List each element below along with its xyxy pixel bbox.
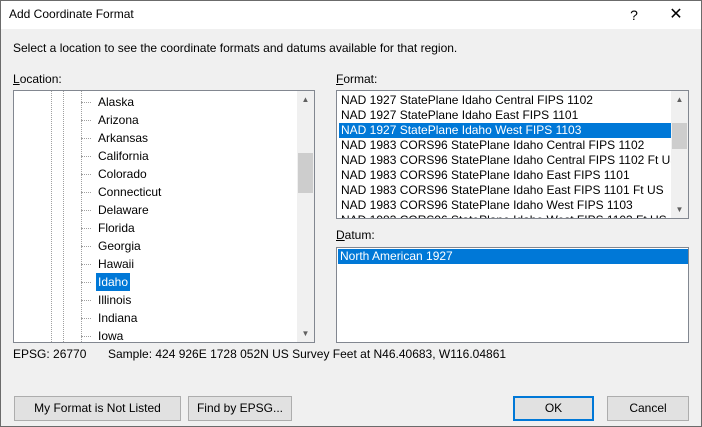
location-scrollbar[interactable]: ▲ ▼ bbox=[297, 91, 314, 342]
location-item[interactable]: Colorado bbox=[96, 165, 149, 183]
format-scrollbar[interactable]: ▲ ▼ bbox=[671, 91, 688, 218]
tree-connector bbox=[81, 318, 91, 319]
cancel-button[interactable]: Cancel bbox=[607, 396, 689, 421]
format-list[interactable]: NAD 1927 StatePlane Idaho Central FIPS 1… bbox=[336, 90, 689, 219]
sample-coordinate: Sample: 424 926E 1728 052N US Survey Fee… bbox=[108, 347, 507, 361]
add-coordinate-format-dialog: Add Coordinate Format ? ✕ Select a locat… bbox=[0, 0, 702, 427]
tree-guide-line bbox=[81, 91, 82, 342]
window-title: Add Coordinate Format bbox=[9, 7, 134, 21]
format-item[interactable]: NAD 1927 StatePlane Idaho West FIPS 1103 bbox=[339, 123, 671, 138]
location-item[interactable]: Hawaii bbox=[96, 255, 136, 273]
scroll-up-arrow-icon[interactable]: ▲ bbox=[671, 91, 688, 108]
location-item[interactable]: Alaska bbox=[96, 93, 136, 111]
datum-list[interactable]: North American 1927 bbox=[336, 247, 689, 343]
scroll-up-arrow-icon[interactable]: ▲ bbox=[297, 91, 314, 108]
tree-connector bbox=[81, 264, 91, 265]
epsg-code: EPSG: 26770 bbox=[13, 347, 87, 361]
format-item[interactable]: NAD 1983 CORS96 StatePlane Idaho Central… bbox=[339, 138, 671, 153]
location-item[interactable]: Georgia bbox=[96, 237, 143, 255]
tree-connector bbox=[81, 156, 91, 157]
scroll-down-arrow-icon[interactable]: ▼ bbox=[671, 201, 688, 218]
format-item[interactable]: NAD 1983 CORS96 StatePlane Idaho West FI… bbox=[339, 213, 671, 218]
scroll-thumb[interactable] bbox=[672, 123, 687, 149]
tree-connector bbox=[81, 282, 91, 283]
tree-connector bbox=[81, 300, 91, 301]
location-item[interactable]: Delaware bbox=[96, 201, 151, 219]
location-item[interactable]: Indiana bbox=[96, 309, 139, 327]
format-item[interactable]: NAD 1983 CORS96 StatePlane Idaho East FI… bbox=[339, 183, 671, 198]
location-item[interactable]: Iowa bbox=[96, 327, 125, 342]
location-item[interactable]: Arkansas bbox=[96, 129, 150, 147]
format-item[interactable]: NAD 1983 CORS96 StatePlane Idaho West FI… bbox=[339, 198, 671, 213]
tree-guide-line bbox=[63, 91, 64, 342]
location-item[interactable]: Connecticut bbox=[96, 183, 163, 201]
close-button[interactable]: ✕ bbox=[657, 1, 695, 29]
format-item[interactable]: NAD 1927 StatePlane Idaho East FIPS 1101 bbox=[339, 108, 671, 123]
instruction-text: Select a location to see the coordinate … bbox=[13, 41, 458, 55]
location-item[interactable]: Idaho bbox=[96, 273, 131, 291]
tree-connector bbox=[81, 246, 91, 247]
scroll-thumb[interactable] bbox=[298, 153, 313, 193]
tree-guide-line bbox=[51, 91, 52, 342]
location-label: Location: bbox=[13, 72, 62, 86]
format-item[interactable]: NAD 1983 CORS96 StatePlane Idaho Central… bbox=[339, 153, 678, 168]
format-item[interactable]: NAD 1927 StatePlane Idaho Central FIPS 1… bbox=[339, 93, 671, 108]
tree-connector bbox=[81, 174, 91, 175]
title-bar[interactable]: Add Coordinate Format ? ✕ bbox=[1, 1, 701, 29]
format-not-listed-button[interactable]: My Format is Not Listed bbox=[14, 396, 181, 421]
location-item[interactable]: Illinois bbox=[96, 291, 133, 309]
location-item[interactable]: Arizona bbox=[96, 111, 141, 129]
datum-label: Datum: bbox=[336, 228, 375, 242]
datum-item[interactable]: North American 1927 bbox=[338, 249, 688, 264]
location-list[interactable]: Alaska Arizona Arkansas California Colorado C… bbox=[13, 90, 315, 343]
tree-connector bbox=[81, 336, 91, 337]
location-item[interactable]: Florida bbox=[96, 219, 137, 237]
format-item[interactable]: NAD 1983 CORS96 StatePlane Idaho East FI… bbox=[339, 168, 671, 183]
tree-connector bbox=[81, 120, 91, 121]
tree-connector bbox=[81, 192, 91, 193]
tree-connector bbox=[81, 228, 91, 229]
tree-connector bbox=[81, 102, 91, 103]
format-label: Format: bbox=[336, 72, 378, 86]
tree-connector bbox=[81, 138, 91, 139]
location-item[interactable]: California bbox=[96, 147, 151, 165]
scroll-down-arrow-icon[interactable]: ▼ bbox=[297, 325, 314, 342]
tree-connector bbox=[81, 210, 91, 211]
find-by-epsg-button[interactable]: Find by EPSG... bbox=[188, 396, 292, 421]
ok-button[interactable]: OK bbox=[513, 396, 594, 421]
help-button[interactable]: ? bbox=[615, 1, 653, 29]
